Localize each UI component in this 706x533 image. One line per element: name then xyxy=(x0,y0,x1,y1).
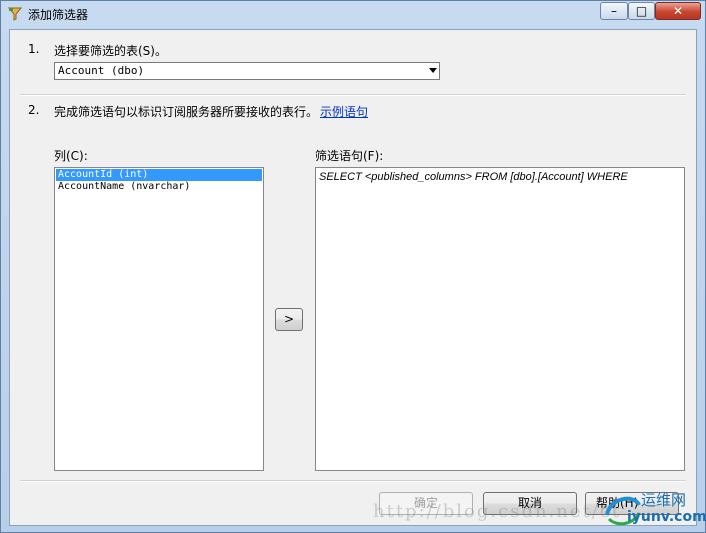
title-bar[interactable]: 添加筛选器 – □ ✕ xyxy=(1,1,705,29)
step2-label: 完成筛选语句以标识订阅服务器所要接收的表行。 xyxy=(54,105,319,119)
filter-statement-text: SELECT <published_columns> FROM [dbo].[A… xyxy=(319,171,628,183)
maximize-icon: □ xyxy=(635,4,648,18)
step1-number: 1. xyxy=(28,42,40,56)
logo-bottom-text: iyunv.com xyxy=(627,509,706,525)
site-logo: 运维网 iyunv.com xyxy=(601,487,706,531)
table-select-value: Account (dbo) xyxy=(58,64,145,77)
chevron-right-icon: > xyxy=(283,312,295,326)
chevron-down-icon[interactable] xyxy=(429,68,437,73)
divider-bottom xyxy=(20,480,686,482)
step1-label: 选择要筛选的表(S)。 xyxy=(54,44,167,58)
columns-label: 列(C): xyxy=(54,149,88,163)
dialog-body: 1. 选择要筛选的表(S)。 Account (dbo) 2. 完成筛选语句以标… xyxy=(9,29,697,526)
add-filter-dialog: 添加筛选器 – □ ✕ 1. 选择要筛选的表(S)。 Account (dbo)… xyxy=(0,0,706,533)
filter-statement-editor[interactable]: SELECT <published_columns> FROM [dbo].[A… xyxy=(315,167,685,471)
close-icon: ✕ xyxy=(672,4,684,18)
column-item-accountid[interactable]: AccountId (int) xyxy=(56,169,262,181)
step2-number: 2. xyxy=(28,103,40,117)
window-title: 添加筛选器 xyxy=(28,8,89,22)
minimize-button[interactable]: – xyxy=(600,2,628,20)
add-column-button[interactable]: > xyxy=(275,308,303,331)
blog-watermark: http://blog.csdn.net/ct xyxy=(373,501,622,522)
divider-top xyxy=(20,94,686,96)
table-select[interactable]: Account (dbo) xyxy=(54,62,440,80)
filter-app-icon xyxy=(8,7,22,21)
maximize-button[interactable]: □ xyxy=(628,2,655,20)
close-button[interactable]: ✕ xyxy=(655,2,701,20)
column-item-accountname[interactable]: AccountName (nvarchar) xyxy=(56,181,262,193)
example-statement-link[interactable]: 示例语句 xyxy=(320,103,368,120)
minimize-icon: – xyxy=(611,4,617,18)
filter-statement-label: 筛选语句(F): xyxy=(315,149,384,163)
columns-list[interactable]: AccountId (int) AccountName (nvarchar) xyxy=(54,167,264,471)
logo-top-text: 运维网 xyxy=(641,491,687,509)
